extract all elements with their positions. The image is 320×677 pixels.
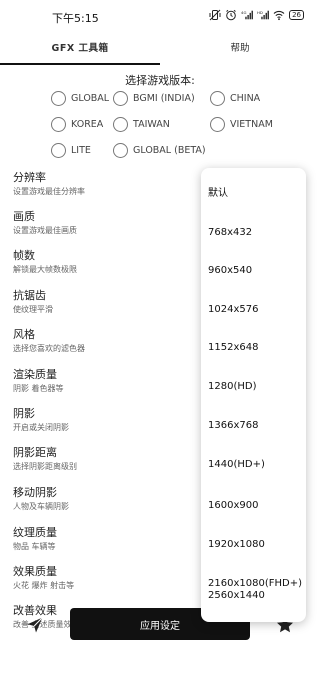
setting-title: 风格 [13, 328, 35, 341]
radio-dot [51, 143, 66, 158]
radio-dot [113, 117, 128, 132]
setting-style[interactable]: 风格选择您喜欢的滤色器 [13, 328, 85, 355]
status-bar: 下午5:15 4G HD 26 [0, 0, 320, 30]
signal-4g-icon: 4G [241, 9, 253, 21]
active-tab-indicator [0, 63, 160, 65]
setting-title: 画质 [13, 210, 35, 223]
dropdown-option[interactable]: 默认 [208, 186, 228, 202]
dropdown-option[interactable]: 1920x1080 [208, 537, 265, 553]
tab-gfx-toolbox[interactable]: GFX 工具箱 [0, 30, 160, 64]
dropdown-option[interactable]: 1366x768 [208, 418, 258, 434]
signal-hd-icon: HD [257, 9, 269, 21]
tab-bar: GFX 工具箱 帮助 [0, 30, 320, 65]
tab-help[interactable]: 帮助 [160, 30, 320, 64]
version-select-title: 选择游戏版本: [125, 74, 195, 87]
dropdown-option[interactable]: 1152x648 [208, 340, 258, 356]
dropdown-option[interactable]: 1600x900 [208, 498, 258, 514]
setting-subtitle: 物品 车辆等 [13, 542, 56, 551]
status-icons: 4G HD 26 [209, 9, 304, 21]
setting-subtitle: 使纹理平滑 [13, 305, 53, 314]
setting-title: 移动阴影 [13, 486, 57, 499]
setting-shadow-distance[interactable]: 阴影距离选择阴影距离级别 [13, 446, 77, 473]
svg-text:HD: HD [257, 10, 263, 15]
dropdown-option[interactable]: 1440(HD+) [208, 457, 265, 473]
setting-title: 阴影距离 [13, 446, 57, 459]
resolution-dropdown-menu: 默认 768x432 960x540 1024x576 1152x648 128… [201, 168, 306, 622]
setting-moving-shadows[interactable]: 移动阴影人物及车辆阴影 [13, 486, 69, 513]
radio-global-beta[interactable]: GLOBAL (BETA) [113, 143, 206, 158]
setting-title: 效果质量 [13, 565, 57, 578]
setting-subtitle: 设置游戏最佳分辨率 [13, 187, 85, 196]
alarm-icon [225, 9, 237, 21]
radio-korea[interactable]: KOREA [51, 117, 103, 132]
setting-title: 抗锯齿 [13, 289, 46, 302]
radio-dot [51, 117, 66, 132]
radio-dot [113, 91, 128, 106]
setting-effects-quality[interactable]: 效果质量火花 爆炸 射击等 [13, 565, 74, 592]
radio-bgmi-india[interactable]: BGMI (INDIA) [113, 91, 195, 106]
dropdown-option[interactable]: 768x432 [208, 225, 252, 241]
radio-dot [210, 117, 225, 132]
setting-subtitle: 解锁最大帧数极限 [13, 265, 77, 274]
setting-subtitle: 选择阴影距离级别 [13, 462, 77, 471]
setting-shadows[interactable]: 阴影 开启或关闭阴影 [13, 407, 69, 434]
setting-subtitle: 阴影 着色器等 [13, 384, 64, 393]
status-time: 下午5:15 [52, 12, 99, 25]
radio-lite[interactable]: LITE [51, 143, 91, 158]
setting-graphics[interactable]: 画质设置游戏最佳画质 [13, 210, 77, 237]
radio-vietnam[interactable]: VIETNAM [210, 117, 273, 132]
setting-title: 纹理质量 [13, 526, 57, 539]
radio-taiwan[interactable]: TAIWAN [113, 117, 170, 132]
setting-texture-quality[interactable]: 纹理质量物品 车辆等 [13, 526, 57, 553]
setting-anti-aliasing[interactable]: 抗锯齿 使纹理平滑 [13, 289, 53, 316]
send-icon[interactable] [26, 616, 44, 634]
radio-dot [113, 143, 128, 158]
wifi-icon [273, 9, 285, 21]
dropdown-option[interactable]: 1280(HD) [208, 379, 256, 395]
setting-title: 帧数 [13, 249, 35, 262]
radio-china[interactable]: CHINA [210, 91, 260, 106]
setting-render-quality[interactable]: 渲染质量阴影 着色器等 [13, 368, 64, 395]
vibrate-icon [209, 9, 221, 21]
setting-subtitle: 人物及车辆阴影 [13, 502, 69, 511]
dropdown-option[interactable]: 960x540 [208, 263, 252, 279]
setting-resolution[interactable]: 分辨率设置游戏最佳分辨率 [13, 171, 85, 198]
setting-fps[interactable]: 帧数解锁最大帧数极限 [13, 249, 77, 276]
battery-indicator: 26 [289, 10, 304, 20]
dropdown-option-last[interactable]: 2560x1440 [208, 588, 265, 604]
radio-dot [51, 91, 66, 106]
setting-subtitle: 开启或关闭阴影 [13, 423, 69, 432]
setting-title: 渲染质量 [13, 368, 57, 381]
dropdown-option[interactable]: 1024x576 [208, 302, 258, 318]
radio-dot [210, 91, 225, 106]
setting-subtitle: 选择您喜欢的滤色器 [13, 344, 85, 353]
setting-subtitle: 火花 爆炸 射击等 [13, 581, 75, 590]
setting-title: 分辨率 [13, 171, 46, 184]
setting-title: 阴影 [13, 407, 35, 420]
svg-text:4G: 4G [241, 10, 246, 15]
setting-subtitle: 设置游戏最佳画质 [13, 226, 77, 235]
radio-global[interactable]: GLOBAL [51, 91, 109, 106]
